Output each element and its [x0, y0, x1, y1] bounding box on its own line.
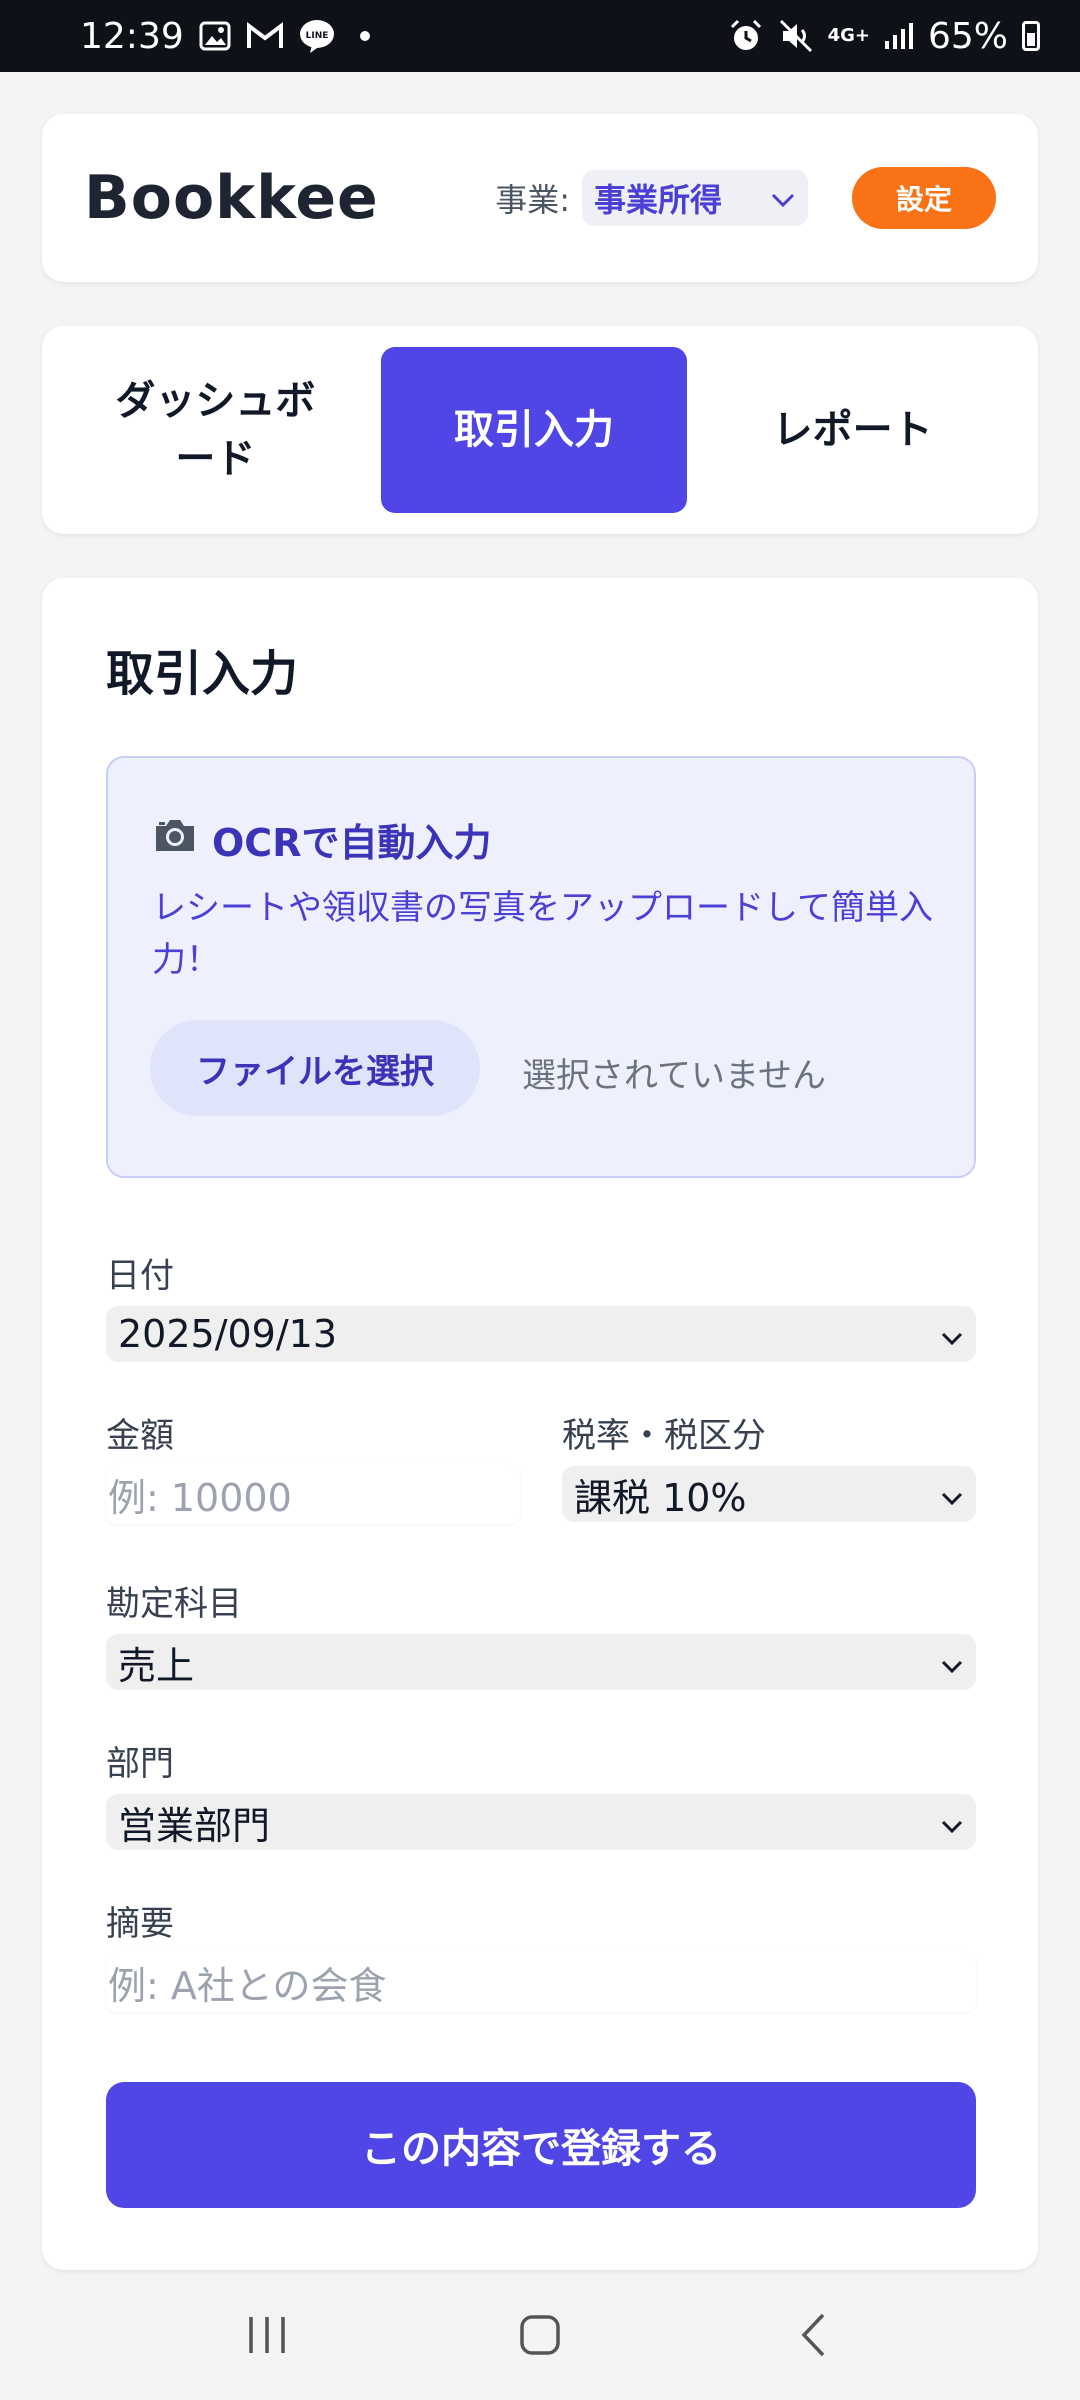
recent-apps-icon: [248, 2317, 285, 2353]
date-field[interactable]: 2025/09/13: [106, 1306, 976, 1362]
transaction-form-card: 取引入力 OCRで自動入力 レシートや領収書の写真をアップロードして簡単入力！ …: [42, 578, 1038, 2270]
tax-value: 課税 10%: [574, 1475, 747, 1520]
chevron-down-icon: [940, 1800, 964, 1844]
tax-select[interactable]: 課税 10%: [562, 1466, 976, 1522]
gmail-icon: [246, 21, 284, 51]
app-name: Bookkee: [84, 163, 379, 233]
settings-button[interactable]: 設定: [852, 167, 996, 229]
mute-icon: [778, 18, 814, 54]
signal-icon: [884, 21, 914, 51]
submit-button[interactable]: この内容で登録する: [106, 2082, 976, 2208]
status-bar: 12:39 LINE 4G+ 65%: [0, 0, 1080, 72]
alarm-icon: [728, 18, 764, 54]
tab-dashboard-label: ダッシュボード: [115, 378, 316, 482]
tab-transaction-entry[interactable]: 取引入力: [380, 347, 688, 513]
status-time: 12:39: [80, 15, 184, 57]
tab-dashboard[interactable]: ダッシュボード: [62, 347, 369, 513]
department-value: 営業部門: [118, 1803, 271, 1848]
camera-icon: [152, 816, 198, 863]
business-select-value: 事業所得: [594, 181, 723, 219]
account-select[interactable]: 売上: [106, 1634, 976, 1690]
app-header: Bookkee 事業: 事業所得 設定: [42, 114, 1038, 282]
department-label: 部門: [106, 1744, 174, 1784]
tab-report[interactable]: レポート: [699, 347, 1006, 513]
business-label: 事業:: [495, 181, 570, 219]
memo-input[interactable]: 例: A社との会食: [106, 1952, 976, 2012]
back-button[interactable]: [773, 2295, 853, 2375]
home-icon: [520, 2315, 560, 2355]
line-icon: LINE: [298, 18, 336, 54]
account-label: 勘定科目: [106, 1584, 242, 1624]
date-value: 2025/09/13: [118, 1312, 338, 1356]
file-status: 選択されていません: [522, 1056, 826, 1096]
amount-label: 金額: [106, 1416, 174, 1456]
business-select[interactable]: 事業所得: [582, 170, 808, 226]
page-title: 取引入力: [106, 646, 299, 702]
svg-text:LINE: LINE: [305, 31, 328, 41]
date-label: 日付: [106, 1256, 174, 1296]
choose-file-button[interactable]: ファイルを選択: [150, 1020, 480, 1116]
ocr-title: OCRで自動入力: [152, 812, 491, 867]
battery-icon: [1022, 21, 1040, 51]
tab-report-label: レポート: [772, 407, 933, 453]
notification-dot: [359, 31, 370, 41]
tab-bar: ダッシュボード 取引入力 レポート: [42, 326, 1038, 534]
tab-transaction-entry-label: 取引入力: [454, 407, 614, 453]
back-icon: [801, 2313, 825, 2357]
department-select[interactable]: 営業部門: [106, 1794, 976, 1850]
amount-placeholder: 例: 10000: [108, 1475, 292, 1520]
account-value: 売上: [118, 1643, 195, 1688]
memo-placeholder: 例: A社との会食: [108, 1963, 387, 2008]
chevron-down-icon: [940, 1472, 964, 1516]
chevron-down-icon: [940, 1312, 964, 1356]
ocr-panel: OCRで自動入力 レシートや領収書の写真をアップロードして簡単入力！ ファイルを…: [106, 756, 976, 1178]
amount-input[interactable]: 例: 10000: [106, 1464, 520, 1524]
battery-percent: 65%: [927, 15, 1008, 57]
ocr-title-text: OCRで自動入力: [212, 821, 492, 865]
network-type: 4G+: [827, 25, 870, 46]
home-button[interactable]: [500, 2295, 580, 2375]
system-nav-bar: [0, 2270, 1080, 2400]
tax-label: 税率・税区分: [562, 1416, 766, 1456]
memo-label: 摘要: [106, 1904, 174, 1944]
chevron-down-icon: [940, 1640, 964, 1684]
ocr-description: レシートや領収書の写真をアップロードして簡単入力！: [152, 888, 933, 980]
chevron-down-icon: [770, 179, 796, 217]
gallery-icon: [198, 19, 232, 53]
recent-apps-button[interactable]: [227, 2295, 307, 2375]
